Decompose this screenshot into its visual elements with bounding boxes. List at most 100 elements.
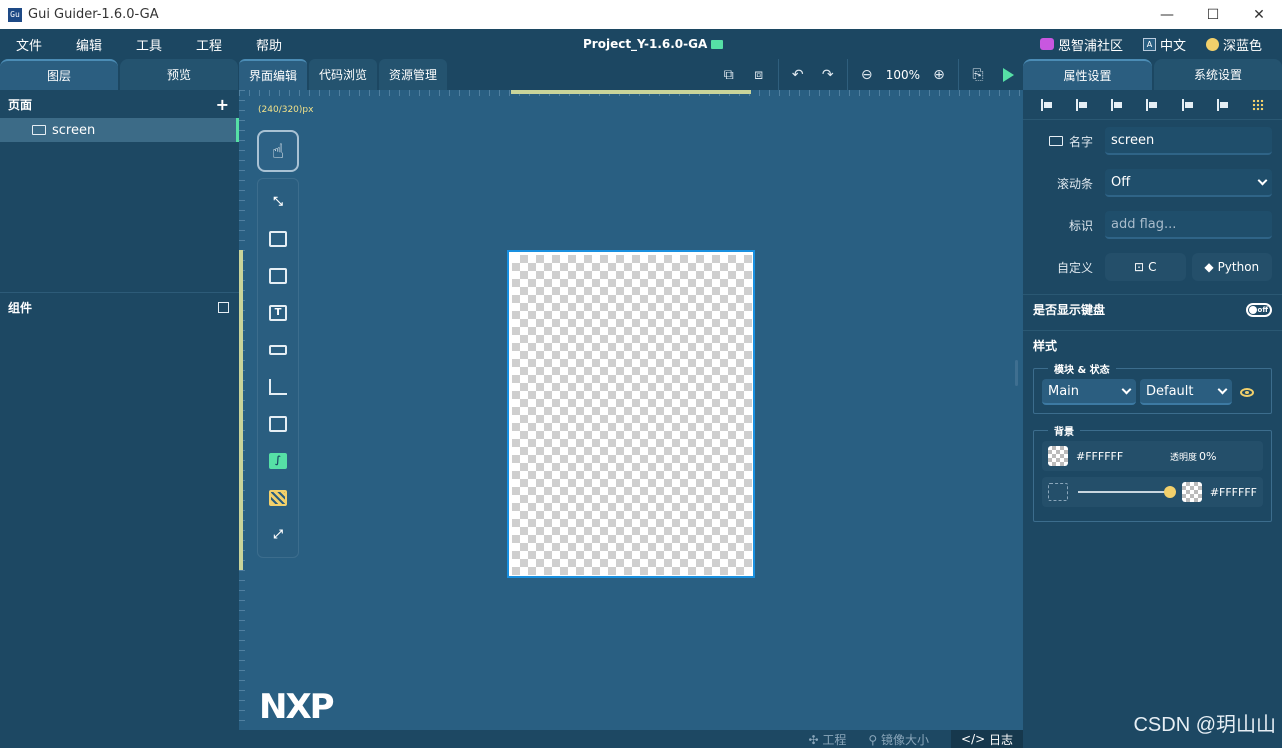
custom-c-button[interactable]: ⊡ C: [1105, 253, 1186, 281]
part-select[interactable]: Main: [1042, 379, 1136, 405]
menu-tools[interactable]: 工具: [120, 35, 180, 54]
align-left-icon[interactable]: [1040, 98, 1053, 111]
pages-header: 页面 +: [0, 90, 239, 118]
bg-color-row: #FFFFFF 透明度 0%: [1042, 441, 1263, 471]
align-right-icon[interactable]: [1111, 98, 1123, 111]
align-center-v-icon[interactable]: [1181, 98, 1194, 111]
screen-size-label: (240/320)px: [258, 105, 314, 115]
widget-toolbar: ☝ ⤡ T ∫ ⤢: [257, 130, 300, 558]
tree-item-label: screen: [52, 122, 96, 138]
state-select[interactable]: Default: [1140, 379, 1232, 405]
canvas-area[interactable]: (240/320)px ☝ ⤡ T ∫ ⤢ NXP: [239, 90, 1023, 730]
status-mirror-size[interactable]: ⚲ 镜像大小: [868, 731, 929, 748]
textbox-glyph: [269, 344, 287, 355]
opacity-label: 透明度: [1170, 452, 1198, 463]
collapse-icon[interactable]: ⤡: [258, 183, 298, 220]
chart-widget-icon[interactable]: [258, 368, 298, 405]
tab-preview[interactable]: 预览: [120, 59, 238, 90]
add-page-icon[interactable]: +: [216, 95, 229, 114]
align-toolbar: [1023, 90, 1282, 120]
name-label: 名字: [1033, 133, 1105, 150]
language-switch[interactable]: A 中文: [1142, 35, 1186, 54]
screen-preview[interactable]: [507, 250, 755, 578]
button-widget-icon[interactable]: [258, 220, 298, 257]
part-value: Main: [1048, 383, 1080, 399]
minimize-button[interactable]: —: [1144, 0, 1190, 29]
palette-icon: [1205, 37, 1219, 51]
tab-properties[interactable]: 属性设置: [1023, 59, 1152, 90]
menu-edit[interactable]: 编辑: [60, 35, 120, 54]
tab-code-browser[interactable]: 代码浏览: [309, 59, 378, 90]
window-title: Gui Guider-1.6.0-GA: [28, 7, 159, 22]
folder-icon[interactable]: [711, 39, 724, 49]
tab-layers[interactable]: 图层: [0, 59, 118, 90]
popout-icon[interactable]: [218, 301, 229, 313]
status-project-label: 工程: [822, 732, 847, 747]
flag-input[interactable]: add flag...: [1105, 211, 1272, 239]
custom-c-label: C: [1148, 260, 1157, 274]
screen-canvas[interactable]: [512, 255, 752, 575]
label-widget-icon[interactable]: T: [258, 294, 298, 331]
zoom-in-icon[interactable]: ⊕: [924, 59, 954, 90]
undo-icon[interactable]: ↶: [783, 59, 813, 90]
image-icon[interactable]: [1048, 483, 1068, 501]
grad-color-swatch[interactable]: [1181, 482, 1202, 502]
status-mirror-label: 镜像大小: [881, 732, 930, 747]
pan-hand-icon[interactable]: ☝: [257, 130, 299, 172]
textbox-widget-icon[interactable]: [258, 331, 298, 368]
redo-icon[interactable]: ↷: [813, 59, 843, 90]
scrollbar-select[interactable]: Off: [1105, 169, 1272, 197]
zoom-out-icon[interactable]: ⊖: [852, 59, 882, 90]
eye-icon[interactable]: [1240, 387, 1254, 397]
tab-resources[interactable]: 资源管理: [379, 59, 448, 90]
gradient-slider[interactable]: [1078, 486, 1176, 498]
menu-project[interactable]: 工程: [180, 35, 240, 54]
right-tabs: 属性设置 系统设置: [1023, 59, 1282, 90]
components-header: 组件: [0, 293, 239, 321]
zoom-level: 100%: [885, 67, 920, 82]
monitor-icon: [32, 125, 46, 135]
community-link[interactable]: 恩智浦社区: [1039, 35, 1123, 54]
align-top-icon[interactable]: [1146, 98, 1158, 111]
send-back-icon[interactable]: ⧈: [744, 59, 774, 90]
keyboard-toggle[interactable]: off: [1246, 302, 1272, 317]
align-center-h-icon[interactable]: [1075, 98, 1088, 111]
resize-handle[interactable]: [1015, 360, 1018, 386]
imgbtn-widget-icon[interactable]: [258, 257, 298, 294]
close-button[interactable]: ✕: [1236, 0, 1282, 29]
custom-python-button[interactable]: ◆ Python: [1191, 253, 1272, 281]
menu-help[interactable]: 帮助: [240, 35, 300, 54]
part-state-title: 模块 & 状态: [1048, 361, 1116, 376]
distribute-grid-icon[interactable]: [1252, 98, 1265, 111]
background-group: 背景 #FFFFFF 透明度 0% #FFFFFF: [1033, 423, 1272, 522]
tab-ui-editor[interactable]: 界面编辑: [239, 59, 308, 90]
bring-front-icon[interactable]: ⧉: [714, 59, 744, 90]
expand-icon[interactable]: ⤢: [258, 516, 298, 553]
tab-system[interactable]: 系统设置: [1154, 59, 1282, 90]
play-icon: [1002, 67, 1014, 82]
image-widget-icon[interactable]: [258, 405, 298, 442]
export-icon[interactable]: ⎘: [963, 59, 993, 90]
style-header: 样式: [1023, 330, 1282, 360]
editor-toolbar: ⧉ ⧈ ↶ ↷ ⊖ 100% ⊕ ⎘: [714, 59, 1023, 90]
slider-knob[interactable]: [1163, 486, 1176, 498]
menu-file[interactable]: 文件: [0, 35, 60, 54]
prop-flag-row: 标识 add flag...: [1023, 204, 1282, 246]
imgbtn-glyph: [269, 267, 287, 284]
status-project[interactable]: ✣ 工程: [809, 731, 847, 748]
tree-item-screen[interactable]: screen: [0, 118, 239, 142]
curve-widget-icon[interactable]: ∫: [258, 442, 298, 479]
menubar-right: 恩智浦社区 A 中文 深蓝色: [1039, 29, 1282, 59]
toolbar-divider: [846, 59, 848, 90]
maximize-button[interactable]: ☐: [1190, 0, 1236, 29]
chevron-down-icon: [1217, 384, 1228, 394]
bg-color-swatch[interactable]: [1048, 446, 1068, 466]
name-input[interactable]: screen: [1105, 127, 1272, 155]
run-icon[interactable]: [993, 59, 1023, 90]
left-tabs: 图层 预览: [0, 59, 239, 90]
part-state-selects: Main Default: [1042, 379, 1263, 405]
status-log[interactable]: </> 日志: [951, 730, 1023, 748]
align-bottom-icon[interactable]: [1217, 98, 1229, 111]
theme-switch[interactable]: 深蓝色: [1205, 35, 1262, 54]
qrcode-widget-icon[interactable]: [258, 479, 298, 516]
